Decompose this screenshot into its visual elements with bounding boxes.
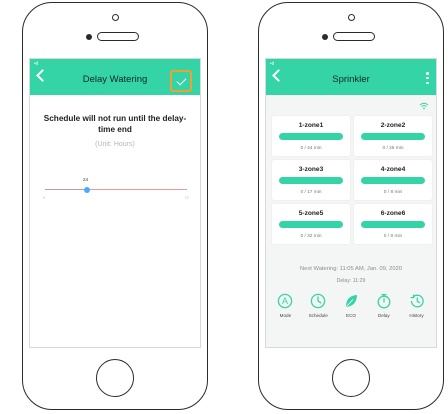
- zone-name: 3-zone3: [298, 166, 324, 173]
- zone-time: 0 / 17 min: [300, 190, 322, 195]
- bottom-nav: A Mode Schedule ECO Delay History: [266, 293, 436, 318]
- clock-icon: [310, 293, 326, 309]
- home-button[interactable]: [332, 359, 370, 397]
- nav-label: Schedule: [308, 313, 328, 318]
- zone-bar[interactable]: [279, 221, 343, 228]
- next-watering: Next Watering: 11:05 AM, Jan. 09, 2020: [299, 266, 403, 272]
- stopwatch-icon: [377, 293, 391, 309]
- zone-name: 4-zone4: [380, 166, 406, 173]
- zone-name: 5-zone5: [298, 210, 324, 217]
- sensor-dot: [86, 34, 92, 40]
- speaker-grille: [97, 32, 139, 41]
- svg-text:A: A: [282, 296, 288, 306]
- zone-card[interactable]: 6-zone6 0 / 9 min: [354, 204, 432, 244]
- page-title: Sprinkler: [332, 74, 370, 85]
- nav-label: Delay: [377, 313, 390, 318]
- nav-item-eco[interactable]: ECO: [336, 293, 366, 318]
- slider-max-label: 72: [184, 195, 189, 200]
- zone-bar[interactable]: [279, 177, 343, 184]
- zone-card[interactable]: 1-zone1 0 / 44 min: [272, 116, 350, 156]
- mode-icon: A: [278, 293, 293, 309]
- sprinkler-screen: •ıl Sprinkler 1-zone1 0 / 44 min 2-zone2…: [265, 58, 437, 348]
- speaker-grille: [333, 32, 375, 41]
- zone-card[interactable]: 2-zone2 0 / 26 min: [354, 116, 432, 156]
- home-button[interactable]: [96, 359, 134, 397]
- slider-track: [87, 189, 187, 191]
- leaf-icon: [345, 295, 357, 307]
- check-icon: [176, 75, 187, 86]
- zone-card[interactable]: 3-zone3 0 / 17 min: [272, 160, 350, 200]
- zone-time: 0 / 32 min: [300, 234, 322, 239]
- zone-time: 0 / 9 min: [383, 234, 403, 239]
- nav-item-delay[interactable]: Delay: [369, 293, 399, 318]
- unit-label: (Unit: Hours): [95, 141, 135, 148]
- nav-label: Mode: [279, 313, 292, 318]
- zone-card[interactable]: 5-zone5 0 / 32 min: [272, 204, 350, 244]
- nav-item-history[interactable]: History: [402, 293, 432, 318]
- history-icon: [410, 294, 424, 308]
- wifi-icon: [419, 102, 429, 110]
- nav-item-schedule[interactable]: Schedule: [303, 293, 333, 318]
- app-bar: •ıl Sprinkler: [266, 59, 436, 95]
- zone-bar[interactable]: [361, 177, 425, 184]
- zone-name: 1-zone1: [298, 122, 324, 129]
- zone-name: 2-zone2: [380, 122, 406, 129]
- slider-value-label: 24: [83, 177, 89, 182]
- nav-label: ECO: [346, 313, 356, 318]
- zone-time: 0 / 8 min: [383, 190, 403, 195]
- phone-frame-right: •ıl Sprinkler 1-zone1 0 / 44 min 2-zone2…: [258, 2, 444, 410]
- zone-name: 6-zone6: [380, 210, 406, 217]
- delay-status: Delay: 11:29: [336, 278, 366, 284]
- zone-bar[interactable]: [279, 133, 343, 140]
- delay-hours-slider[interactable]: 24 0 72: [42, 177, 190, 207]
- status-bar: •ıl: [270, 61, 275, 67]
- sensor-dot: [322, 34, 328, 40]
- nav-item-mode[interactable]: A Mode: [270, 293, 300, 318]
- zone-time: 0 / 26 min: [382, 146, 404, 151]
- camera-icon: [347, 14, 355, 21]
- more-options-icon[interactable]: [426, 72, 429, 84]
- zone-bar[interactable]: [361, 133, 425, 140]
- slider-min-label: 0: [43, 195, 46, 200]
- camera-icon: [111, 14, 119, 21]
- slider-track-filled: [45, 189, 87, 191]
- nav-label: History: [409, 313, 424, 318]
- confirm-button[interactable]: [170, 70, 192, 92]
- zone-grid: 1-zone1 0 / 44 min 2-zone2 0 / 26 min 3-…: [272, 116, 432, 244]
- phone-frame-left: •ıl Delay Watering Schedule will not run…: [22, 2, 208, 410]
- status-bar: •ıl: [34, 61, 39, 67]
- delay-watering-screen: •ıl Delay Watering Schedule will not run…: [29, 58, 201, 348]
- zone-card[interactable]: 4-zone4 0 / 8 min: [354, 160, 432, 200]
- delay-message: Schedule will not run until the delay-ti…: [43, 114, 187, 134]
- app-bar: •ıl Delay Watering: [30, 59, 200, 95]
- zone-time: 0 / 44 min: [300, 146, 322, 151]
- zone-bar[interactable]: [361, 221, 425, 228]
- slider-thumb[interactable]: [84, 186, 90, 193]
